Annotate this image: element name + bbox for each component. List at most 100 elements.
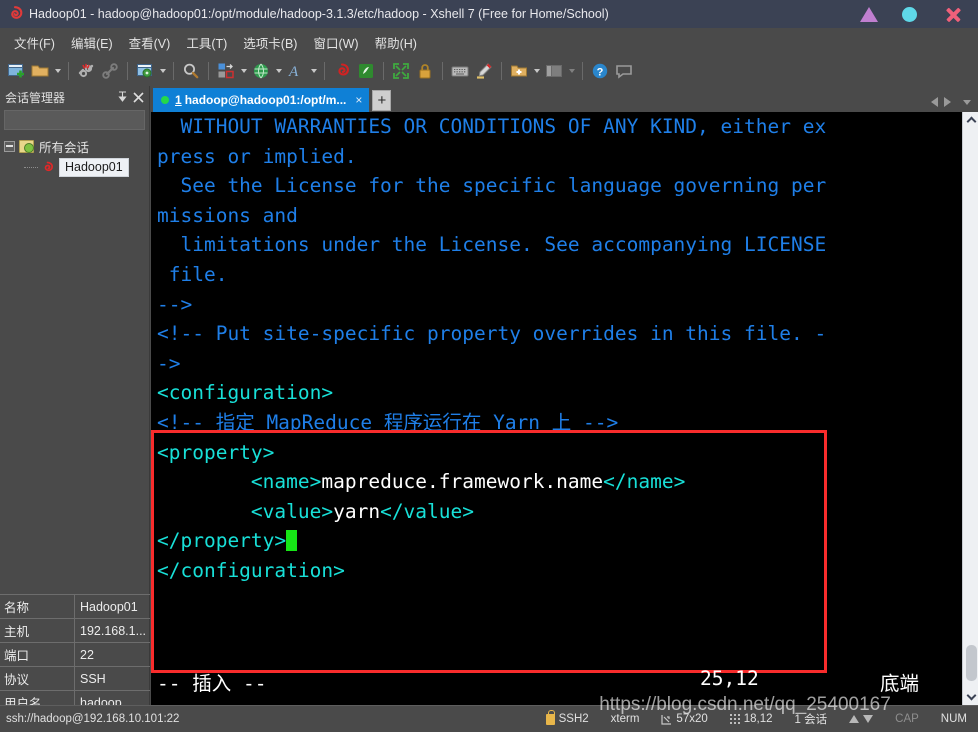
properties-icon[interactable] [133,59,157,83]
font-icon[interactable]: A [284,59,308,83]
close-icon[interactable] [130,89,146,105]
status-sessions[interactable]: 1 会话 [784,706,839,732]
terminal-line: --> [157,290,962,320]
menu-file[interactable]: 文件(F) [6,30,63,55]
terminal-span: <!-- 指定 MapReduce 程序运行在 Yarn 上 --> [157,410,619,434]
xftp-icon[interactable] [354,59,378,83]
globe-icon[interactable] [249,59,273,83]
property-key: 端口 [0,643,75,667]
chevron-down-icon[interactable] [963,689,978,705]
tab-session-1[interactable]: 1 hadoop@hadoop01:/opt/m... × [153,88,370,112]
fullscreen-icon[interactable] [389,59,413,83]
grid-icon [729,714,740,724]
menu-tools[interactable]: 工具(T) [178,30,235,55]
maximize-circle-icon[interactable] [902,5,920,23]
globe-dropdown-caret[interactable] [273,59,284,83]
keyboard-icon[interactable] [448,59,472,83]
chat-icon[interactable] [612,59,636,83]
terminal-line: <configuration> [157,378,962,408]
search-input[interactable] [8,113,154,127]
property-value: 22 [75,643,150,667]
tree-root-all-sessions[interactable]: 所有会话 [4,136,149,156]
term-type-label: xterm [610,713,640,725]
help-icon[interactable]: ? [588,59,612,83]
menu-tabs[interactable]: 选项卡(B) [235,30,305,55]
terminal-span: </property> [157,529,287,553]
status-protocol[interactable]: SSH2 [535,706,600,732]
terminal-line: </configuration> [157,556,962,586]
chevron-up-icon[interactable] [963,112,978,128]
pin-icon[interactable] [114,89,130,105]
vim-cursor-position: 25,12 [700,667,759,690]
font-dropdown-caret[interactable] [308,59,319,83]
terminal-line: file. [157,260,962,290]
disconnect-icon[interactable] [74,59,98,83]
link-icon[interactable] [98,59,122,83]
highlight-icon[interactable] [472,59,496,83]
toolbar-separator [442,62,443,80]
terminal-line: WITHOUT WARRANTIES OR CONDITIONS OF ANY … [157,112,962,142]
terminal-span: <configuration> [157,381,334,405]
toolbar-separator [127,62,128,80]
terminal-span: </configuration> [157,558,345,582]
transfer-icon[interactable] [214,59,238,83]
lock-icon[interactable] [413,59,437,83]
open-folder-dropdown-caret[interactable] [52,59,63,83]
menu-edit[interactable]: 编辑(E) [63,30,121,55]
terminal-line: -> [157,349,962,379]
layout-icon[interactable] [542,59,566,83]
table-row: 端口 22 [0,643,150,667]
tree-connector [24,166,38,168]
terminal-span: <value> [157,499,334,523]
new-tab-button[interactable]: + [372,90,392,111]
terminal-line: <!-- Put site-specific property override… [157,319,962,349]
properties-dropdown-caret[interactable] [157,59,168,83]
terminal-line: See the License for the specific languag… [157,171,962,201]
terminal-span: mapreduce.framework.name [321,470,604,494]
xshell-icon[interactable] [330,59,354,83]
terminal-screen[interactable]: WITHOUT WARRANTIES OR CONDITIONS OF ANY … [151,112,962,705]
session-name-label[interactable]: Hadoop01 [59,157,129,177]
property-key: 协议 [0,667,75,691]
arrow-right-icon[interactable] [944,97,951,107]
menu-help[interactable]: 帮助(H) [367,30,425,55]
add-folder-icon[interactable] [507,59,531,83]
cursor-pos-label: 18,12 [743,713,773,725]
close-x-icon[interactable] [944,5,962,23]
scrollbar-thumb[interactable] [966,645,977,681]
minimize-triangle-icon[interactable] [860,5,878,23]
terminal-span: press or implied. [157,144,357,168]
chevron-down-icon[interactable] [963,99,971,105]
terminal-span: </value> [380,499,474,523]
terminal-scrollbar[interactable] [962,112,978,705]
size-label: 57x20 [676,713,708,725]
session-manager-panel: 会话管理器 所有会话 Hadoop01 名称 Hadoop01 主机 192.1… [0,86,167,732]
status-cursor-pos[interactable]: 18,12 [719,706,784,732]
close-tab-icon[interactable]: × [353,93,364,107]
connection-string: ssh://hadoop@192.168.10.101:22 [6,713,180,725]
layout-dropdown-caret[interactable] [566,59,577,83]
svg-text:?: ? [597,66,604,78]
menu-view[interactable]: 查看(V) [121,30,179,55]
terminal-span: yarn [333,499,381,523]
svg-text:A: A [288,64,299,80]
arrow-left-icon[interactable] [931,97,938,107]
tree-root-label: 所有会话 [39,140,90,155]
session-manager-title: 会话管理器 [5,90,66,105]
terminal-span: limitations under the License. See accom… [157,233,827,257]
new-session-icon[interactable] [4,59,28,83]
tree-item-hadoop01[interactable]: Hadoop01 [4,156,149,178]
menu-window[interactable]: 窗口(W) [305,30,366,55]
vim-scroll-status: 底端 [880,672,920,695]
add-folder-dropdown-caret[interactable] [531,59,542,83]
session-search-box[interactable] [4,110,167,130]
tree-expander-icon[interactable] [4,140,15,152]
status-size[interactable]: 57x20 [650,706,718,732]
find-icon[interactable] [179,59,203,83]
download-arrow-icon [863,715,874,723]
status-term-type[interactable]: xterm [600,706,651,732]
property-value: Hadoop01 [75,595,150,619]
transfer-dropdown-caret[interactable] [238,59,249,83]
open-folder-icon[interactable] [28,59,52,83]
table-row: 协议 SSH [0,667,150,691]
